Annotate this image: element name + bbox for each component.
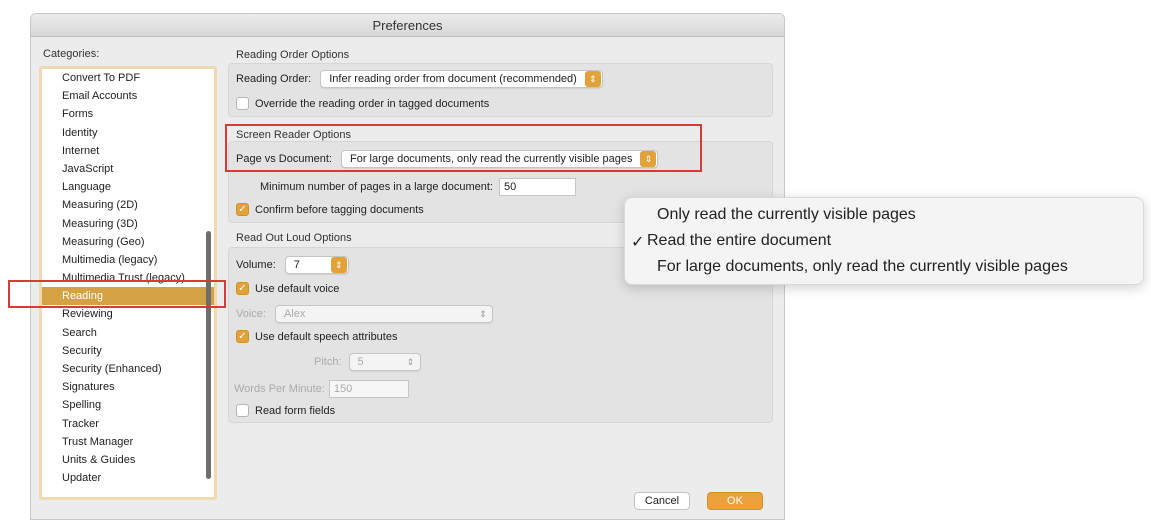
wpm-label: Words Per Minute: [234,383,325,395]
confirm-tagging-label: Confirm before tagging documents [255,203,424,216]
reading-order-label: Reading Order: [236,73,312,85]
read-form-fields-label: Read form fields [255,404,336,417]
default-voice-label: Use default voice [255,282,340,295]
pitch-popup[interactable]: 5 ⇕ [348,353,421,371]
category-item[interactable]: Email Accounts [42,87,214,105]
reading-order-value: Infer reading order from document (recom… [329,73,577,85]
checkmark-icon: ✓ [238,204,247,215]
cancel-button[interactable]: Cancel [634,492,690,510]
default-voice-checkbox[interactable]: ✓ [236,282,249,295]
category-item[interactable]: Convert To PDF [42,69,214,87]
read-out-loud-section-title: Read Out Loud Options [236,232,352,244]
menu-item-large-documents[interactable]: For large documents, only read the curre… [657,258,1068,276]
reading-order-section-title: Reading Order Options [236,49,350,61]
checkmark-icon: ✓ [631,234,645,251]
min-pages-field[interactable]: 50 [498,178,576,196]
updown-chevron-icon: ⇕ [406,356,415,367]
category-item[interactable]: Multimedia (legacy) [42,251,214,269]
category-item[interactable]: Language [42,178,214,196]
categories-scrollbar[interactable] [206,231,211,479]
category-item[interactable]: Security (Enhanced) [42,360,214,378]
category-item[interactable]: Internet [42,142,214,160]
voice-popup[interactable]: Alex ⇕ [274,305,493,323]
menu-item-entire-document[interactable]: Read the entire document [647,232,831,250]
category-item[interactable]: Updater [42,469,214,487]
category-item[interactable]: Units & Guides [42,451,214,469]
page-vs-document-menu: Only read the currently visible pages ✓ … [624,197,1144,285]
pitch-label: Pitch: [314,356,342,368]
category-item[interactable]: Security [42,342,214,360]
category-item[interactable]: Forms [42,105,214,123]
override-reading-order-label: Override the reading order in tagged doc… [255,97,490,110]
window-title: Preferences [31,14,784,37]
category-item[interactable]: Reviewing [42,305,214,323]
category-item[interactable]: Measuring (2D) [42,196,214,214]
read-form-fields-checkbox[interactable] [236,404,249,417]
pitch-value: 5 [357,356,364,368]
menu-item-visible-pages[interactable]: Only read the currently visible pages [657,206,916,224]
min-pages-label: Minimum number of pages in a large docum… [260,181,493,193]
category-item[interactable]: Trust Manager [42,433,214,451]
volume-label: Volume: [236,259,276,271]
reading-order-popup[interactable]: Infer reading order from document (recom… [320,70,603,88]
confirm-tagging-checkbox[interactable]: ✓ [236,203,249,216]
category-item[interactable]: Measuring (3D) [42,215,214,233]
updown-chevron-icon: ⇕ [584,71,601,87]
checkmark-icon: ✓ [238,283,247,294]
wpm-field[interactable]: 150 [328,380,409,398]
voice-label: Voice: [236,308,266,320]
category-item[interactable]: Measuring (Geo) [42,233,214,251]
default-speech-checkbox[interactable]: ✓ [236,330,249,343]
default-speech-label: Use default speech attributes [255,330,398,343]
updown-chevron-icon: ⇕ [479,308,487,319]
category-item[interactable]: Search [42,324,214,342]
category-item[interactable]: Signatures [42,378,214,396]
volume-popup[interactable]: 7 ⇕ [284,256,349,274]
volume-value: 7 [293,259,300,271]
voice-value: Alex [283,308,306,320]
category-item[interactable]: JavaScript [42,160,214,178]
categories-label: Categories: [43,48,100,60]
category-item[interactable]: Identity [42,124,214,142]
updown-chevron-icon: ⇕ [330,257,347,273]
reading-category-highlight [8,280,226,308]
screen-reader-highlight [225,124,702,172]
ok-button[interactable]: OK [707,492,763,510]
category-item[interactable]: Spelling [42,396,214,414]
override-reading-order-checkbox[interactable] [236,97,249,110]
checkmark-icon: ✓ [238,331,247,342]
category-item[interactable]: Tracker [42,415,214,433]
